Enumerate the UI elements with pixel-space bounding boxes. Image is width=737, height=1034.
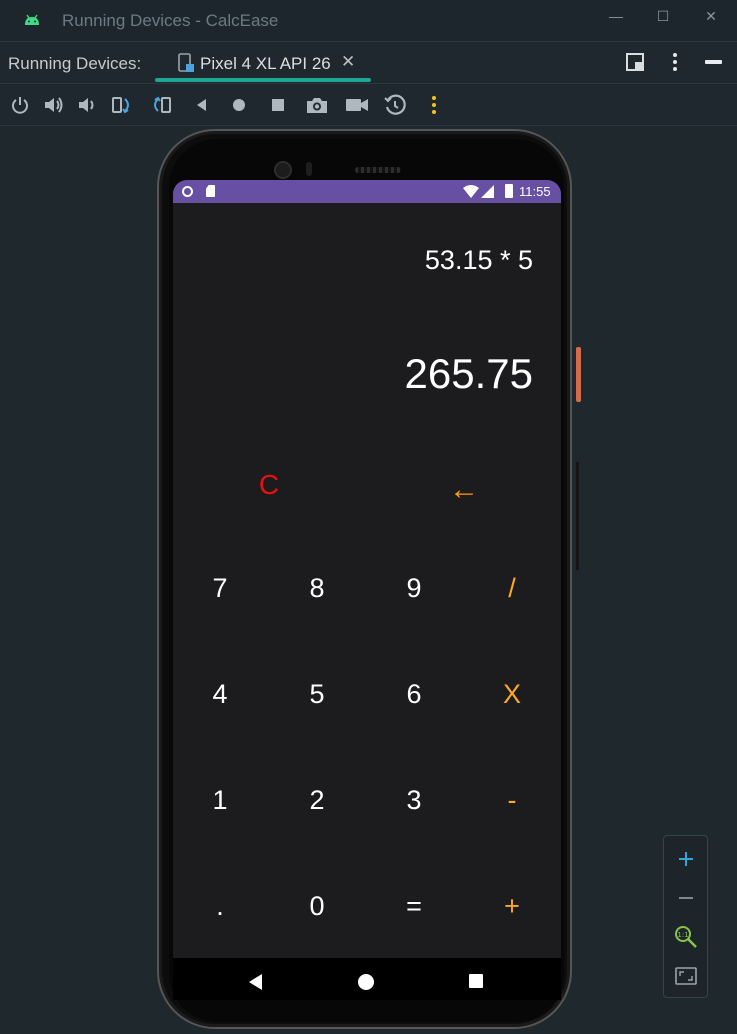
status-time: 11:55: [519, 184, 551, 199]
sensor-icon: [306, 162, 312, 176]
device-icon: [178, 53, 194, 72]
key-7-button[interactable]: 7: [180, 558, 260, 618]
running-devices-window: Running Devices - CalcEase — ☐ ✕ Running…: [0, 0, 737, 1034]
android-logo-icon: [25, 14, 39, 25]
screen-record-icon[interactable]: [345, 93, 369, 117]
signal-icon: [481, 185, 494, 198]
navigation-bar: [173, 958, 561, 1000]
device-toolbar: [0, 84, 737, 126]
decimal-button[interactable]: .: [180, 876, 260, 936]
device-tab-label: Pixel 4 XL API 26: [200, 54, 331, 73]
fit-screen-icon[interactable]: [672, 962, 700, 990]
speaker-grille: [355, 167, 401, 173]
clear-button[interactable]: C: [249, 467, 289, 503]
device-screen[interactable]: 11:55 53.15 * 5 265.75 C ← 7 8 9 / 4 5 6…: [173, 180, 561, 1000]
subtract-button[interactable]: -: [472, 770, 552, 830]
snapshot-icon[interactable]: [383, 93, 407, 117]
zoom-out-icon[interactable]: [672, 884, 700, 912]
divide-button[interactable]: /: [472, 558, 552, 618]
volume-down-icon[interactable]: [75, 93, 99, 117]
key-9-button[interactable]: 9: [374, 558, 454, 618]
tab-device[interactable]: Pixel 4 XL API 26 ✕: [155, 42, 372, 84]
hide-panel-icon[interactable]: [705, 60, 722, 64]
tab-bar-label: Running Devices:: [8, 54, 142, 73]
minimize-button[interactable]: —: [601, 6, 631, 26]
rotate-right-icon[interactable]: [149, 93, 173, 117]
close-window-button[interactable]: ✕: [696, 6, 726, 26]
battery-icon: [505, 184, 513, 198]
expression-display: 53.15 * 5: [424, 245, 533, 275]
key-5-button[interactable]: 5: [277, 664, 357, 724]
back-icon[interactable]: [190, 93, 214, 117]
nav-recents-icon[interactable]: [469, 974, 483, 988]
key-6-button[interactable]: 6: [374, 664, 454, 724]
title-bar: Running Devices - CalcEase — ☐ ✕: [0, 0, 737, 42]
key-0-button[interactable]: 0: [277, 876, 357, 936]
nav-home-icon[interactable]: [358, 974, 374, 990]
side-volume-button[interactable]: [576, 462, 579, 570]
close-tab-icon[interactable]: ✕: [341, 52, 355, 72]
sd-card-icon: [206, 185, 215, 197]
sync-status-icon: [182, 186, 193, 197]
status-bar: 11:55: [173, 180, 561, 203]
more-icon[interactable]: [422, 93, 446, 117]
nav-back-icon[interactable]: [249, 974, 262, 990]
rotate-left-icon[interactable]: [110, 93, 134, 117]
layout-icon[interactable]: [626, 53, 644, 71]
result-display: 265.75: [404, 350, 533, 397]
key-4-button[interactable]: 4: [180, 664, 260, 724]
zoom-in-icon[interactable]: [672, 845, 700, 873]
screenshot-icon[interactable]: [305, 93, 329, 117]
maximize-button[interactable]: ☐: [648, 6, 678, 26]
key-2-button[interactable]: 2: [277, 770, 357, 830]
backspace-button[interactable]: ←: [443, 472, 485, 508]
home-icon[interactable]: [227, 93, 251, 117]
front-camera-icon: [274, 161, 292, 179]
window-title: Running Devices - CalcEase: [62, 11, 279, 30]
equals-button[interactable]: =: [374, 876, 454, 936]
key-1-button[interactable]: 1: [180, 770, 260, 830]
key-8-button[interactable]: 8: [277, 558, 357, 618]
power-icon[interactable]: [8, 93, 32, 117]
zoom-panel: 1:1: [663, 835, 708, 998]
overview-icon[interactable]: [266, 93, 290, 117]
add-button[interactable]: +: [472, 876, 552, 936]
more-options-icon[interactable]: [666, 52, 684, 72]
key-3-button[interactable]: 3: [374, 770, 454, 830]
wifi-icon: [463, 185, 479, 198]
tab-selected-indicator: [155, 78, 371, 82]
actual-size-icon[interactable]: 1:1: [672, 923, 700, 951]
multiply-button[interactable]: X: [472, 664, 552, 724]
volume-up-icon[interactable]: [42, 93, 66, 117]
svg-text:1:1: 1:1: [677, 931, 688, 939]
side-power-button[interactable]: [576, 347, 581, 402]
